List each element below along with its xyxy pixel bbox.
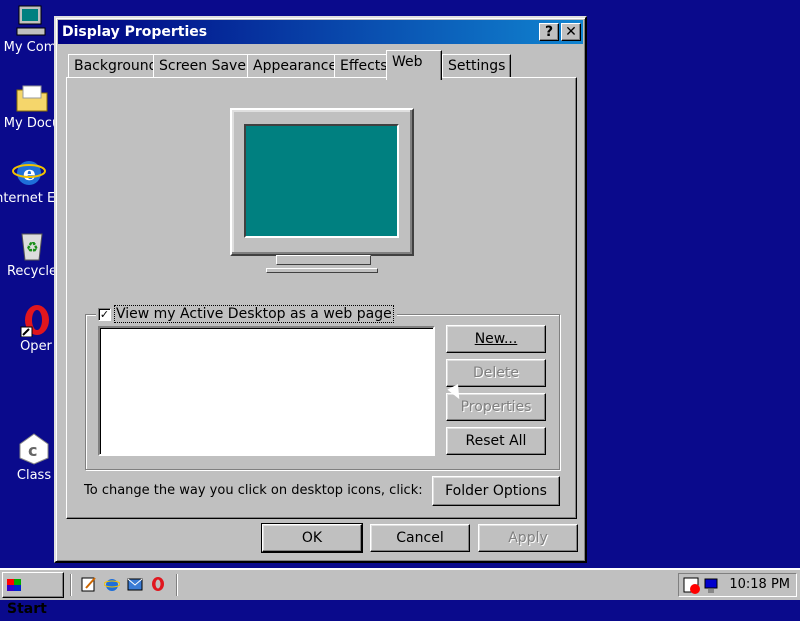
quicklaunch-ie-icon[interactable] [103,576,121,592]
active-desktop-checkbox-label[interactable]: View my Active Desktop as a web page [114,305,394,323]
monitor-screen [244,124,399,238]
tab-background[interactable]: Background [68,54,164,78]
monitor-stand [276,255,371,265]
svg-text:♻: ♻ [26,240,39,256]
tab-effects[interactable]: Effects [334,54,394,78]
svg-text:c: c [28,441,37,460]
display-properties-dialog: Display Properties ? ✕ Background Screen… [54,16,587,563]
monitor-preview [230,108,414,256]
internet-explorer-icon: e [12,155,46,189]
start-button[interactable]: Start [2,572,64,617]
taskbar: Start 10:18 PM [0,568,800,617]
folder-options-button[interactable]: Folder Options [432,476,560,506]
active-desktop-items-list[interactable] [98,326,435,456]
monitor-base [266,268,378,273]
tab-web[interactable]: Web [386,50,442,80]
folder-icon [15,80,49,114]
tab-appearance[interactable]: Appearance [247,54,344,78]
opera-icon [19,303,53,338]
ok-button[interactable]: OK [261,523,363,553]
quicklaunch-edit-icon[interactable] [81,576,97,592]
tab-screen-saver[interactable]: Screen Saver [153,54,258,78]
taskbar-divider [176,574,178,596]
taskbar-divider [70,574,72,596]
windows-logo-icon [7,579,21,591]
active-desktop-checkbox-row[interactable]: ✓ View my Active Desktop as a web page [96,305,397,323]
new-button-label: New... [474,331,518,347]
dialog-title: Display Properties [62,24,208,40]
class-icon: c [17,432,51,466]
system-tray: 10:18 PM [678,573,797,597]
network-icon[interactable] [703,577,721,603]
apply-button[interactable]: Apply [478,524,578,552]
click-behavior-hint: To change the way you click on desktop i… [84,483,423,498]
title-bar[interactable]: Display Properties ? ✕ [58,20,583,44]
reset-all-button[interactable]: Reset All [446,427,546,455]
delete-button[interactable]: Delete [446,359,546,387]
help-button[interactable]: ? [539,23,559,41]
close-button[interactable]: ✕ [561,23,581,41]
scheduler-icon[interactable] [683,577,701,603]
active-desktop-checkbox[interactable]: ✓ [98,307,111,321]
clock[interactable]: 10:18 PM [729,574,790,596]
cancel-button[interactable]: Cancel [370,524,470,552]
new-button[interactable]: New... [446,325,546,353]
quicklaunch-opera-icon[interactable] [150,576,166,592]
recycle-bin-icon: ♻ [15,228,49,262]
quicklaunch-outlook-icon[interactable] [127,576,143,592]
start-label: Start [7,601,47,617]
computer-icon [13,4,47,38]
tab-settings[interactable]: Settings [442,54,512,78]
